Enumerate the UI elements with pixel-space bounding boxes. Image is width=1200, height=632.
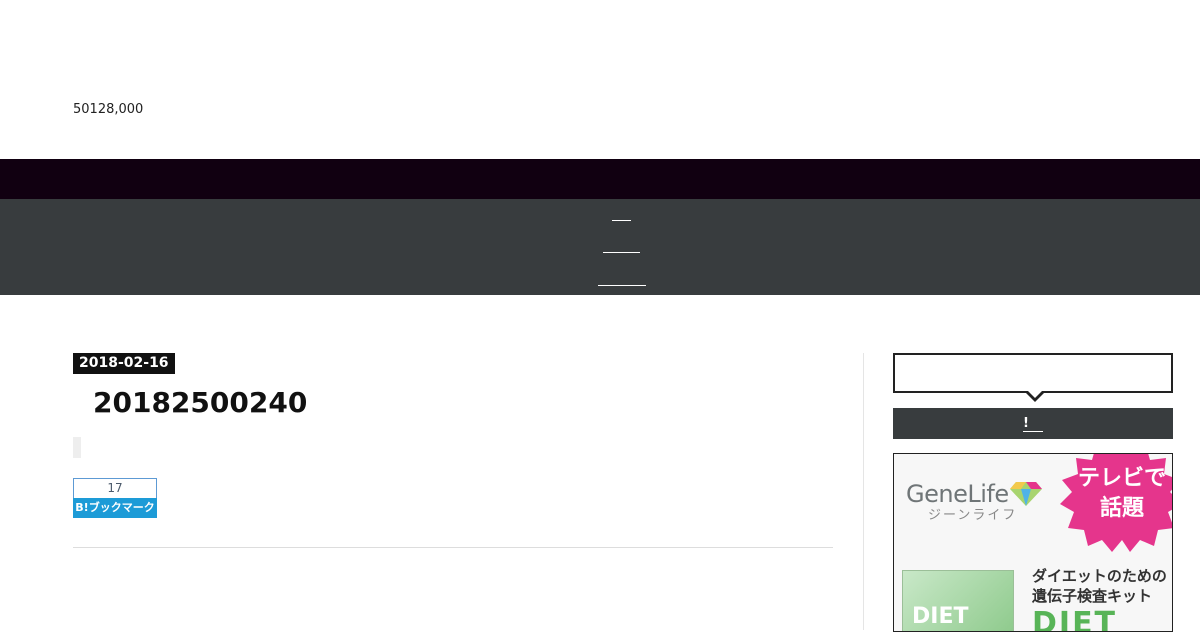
hatena-bookmark-label: B!ブックマーク xyxy=(73,498,157,518)
column-separator xyxy=(863,353,864,630)
post-date-badge: 2018-02-16 xyxy=(73,353,175,374)
genelife-ad-banner[interactable]: GeneLife ジーンライフ テレビで話題 DIET ダイエットのための 遺伝… xyxy=(893,453,1173,632)
ad-copy: ダイエットのための 遺伝子検査キット xyxy=(1032,566,1167,606)
site-description: 50128,000 xyxy=(73,102,144,117)
nav-item-1[interactable] xyxy=(612,220,631,221)
ad-badge-text: テレビで話題 xyxy=(1077,466,1166,521)
ad-product-name: DIET xyxy=(1032,606,1118,632)
ad-brand-kana: ジーンライフ xyxy=(928,508,1018,523)
ad-copy-line-1: ダイエットのための xyxy=(1032,567,1167,585)
global-nav xyxy=(0,199,1200,295)
product-box-label: DIET xyxy=(912,604,969,629)
diamond-icon xyxy=(1010,482,1042,506)
hatena-bookmark-button[interactable]: 17 B!ブックマーク xyxy=(73,478,157,518)
sidebar-heading-label: ! xyxy=(1023,416,1043,432)
hatena-bookmark-count: 17 xyxy=(73,478,157,498)
post-divider xyxy=(73,547,833,548)
ad-copy-line-2: 遺伝子検査キット xyxy=(1032,587,1153,605)
post-title: 20182500240 xyxy=(93,386,308,419)
sidebar-heading[interactable]: ! xyxy=(893,408,1173,439)
speech-arrow-inner xyxy=(1027,390,1043,398)
nav-item-2[interactable] xyxy=(603,252,640,253)
sidebar-search-box[interactable] xyxy=(893,353,1173,393)
post-body-block xyxy=(73,437,81,458)
top-bar xyxy=(0,159,1200,199)
nav-item-3[interactable] xyxy=(598,285,646,286)
